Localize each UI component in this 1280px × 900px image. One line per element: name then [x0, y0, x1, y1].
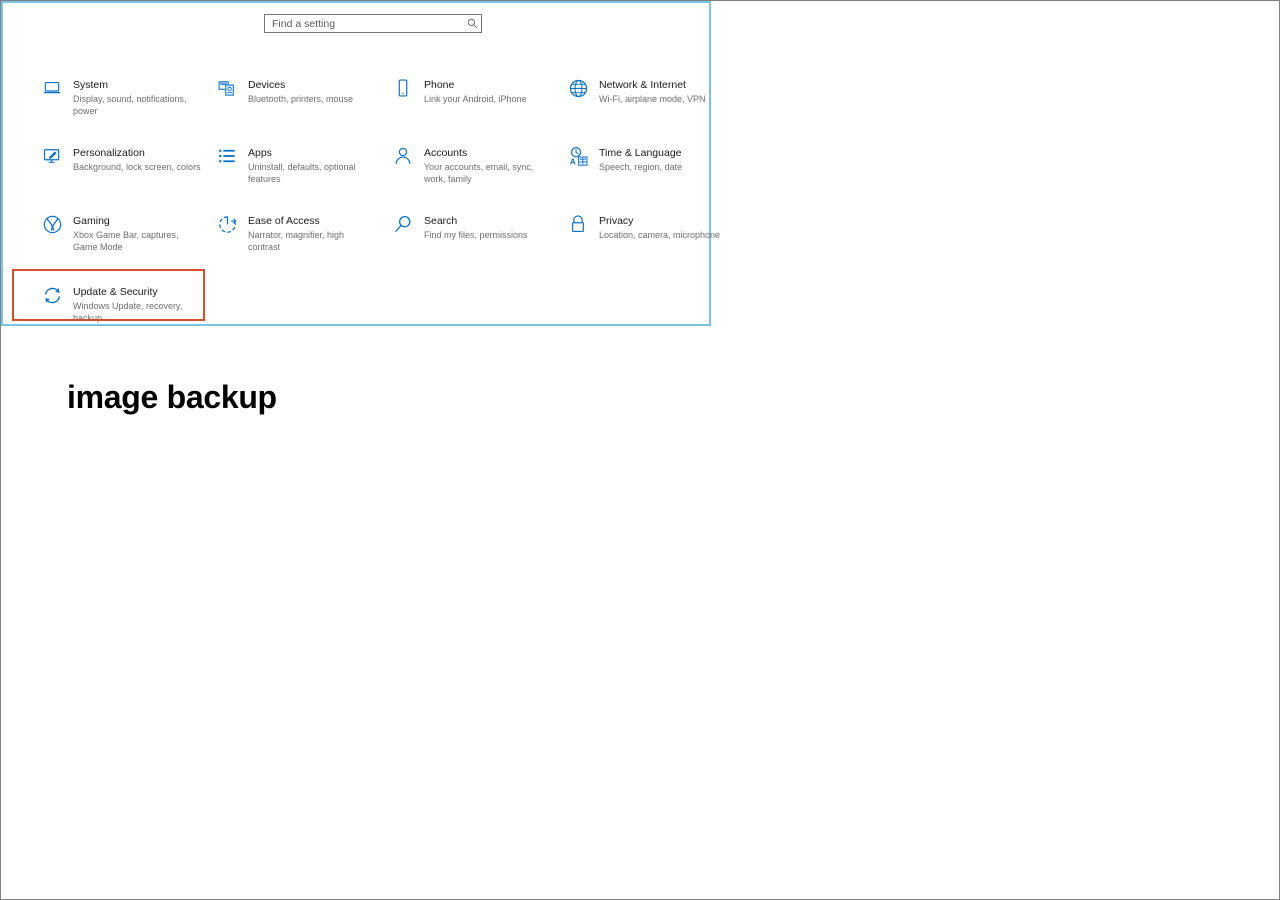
tile-title: Personalization [73, 147, 145, 159]
settings-tile-system[interactable]: System Display, sound, notifications, po… [37, 73, 207, 117]
tile-subtitle: Xbox Game Bar, captures, Game Mode [73, 230, 179, 252]
accessibility-clock-icon [212, 210, 242, 238]
tile-subtitle: Wi-Fi, airplane mode, VPN [599, 94, 706, 104]
tile-title: Network & Internet [599, 79, 686, 91]
settings-tile-network-internet[interactable]: Network & Internet Wi-Fi, airplane mode,… [563, 73, 733, 106]
settings-tile-update-security[interactable]: Update & Security Windows Update, recove… [37, 280, 207, 324]
settings-tile-accounts[interactable]: Accounts Your accounts, email, sync, wor… [388, 141, 558, 185]
tile-subtitle: Link your Android, iPhone [424, 94, 527, 104]
tile-title: Privacy [599, 215, 634, 227]
tile-title: Devices [248, 79, 286, 91]
tile-title: System [73, 79, 109, 91]
tile-subtitle: Speech, region, date [599, 162, 683, 172]
tile-row: Personalization Background, lock screen,… [3, 131, 713, 199]
laptop-icon [37, 74, 67, 102]
list-icon [212, 142, 242, 170]
devices-icon [212, 74, 242, 102]
svg-text:A: A [569, 157, 575, 166]
tile-row: Update & Security Windows Update, recove… [3, 267, 713, 331]
tile-title: Time & Language [599, 147, 682, 159]
tile-title: Update & Security [73, 286, 158, 298]
phone-icon [388, 74, 418, 102]
tile-subtitle: Your accounts, email, sync, work, family [424, 162, 534, 184]
tile-subtitle: Narrator, magnifier, high contrast [248, 230, 345, 252]
tile-subtitle: Display, sound, notifications, power [73, 94, 187, 116]
search-box[interactable] [264, 14, 482, 33]
tile-subtitle: Uninstall, defaults, optional features [248, 162, 356, 184]
settings-tile-ease-of-access[interactable]: Ease of Access Narrator, magnifier, high… [212, 209, 382, 253]
monitor-brush-icon [37, 142, 67, 170]
refresh-circle-icon [37, 281, 67, 309]
settings-tile-search[interactable]: Search Find my files, permissions [388, 209, 558, 242]
settings-tile-grid: System Display, sound, notifications, po… [3, 63, 720, 331]
settings-home-panel: System Display, sound, notifications, po… [1, 1, 720, 326]
tile-title: Ease of Access [248, 215, 320, 227]
tile-subtitle: Location, camera, microphone [599, 230, 721, 240]
tile-title: Apps [248, 147, 272, 159]
tile-title: Search [424, 215, 458, 227]
tile-title: Phone [424, 79, 455, 91]
person-icon [388, 142, 418, 170]
page-root: System Display, sound, notifications, po… [0, 0, 1280, 900]
tile-title: Accounts [424, 147, 468, 159]
settings-tile-apps[interactable]: Apps Uninstall, defaults, optional featu… [212, 141, 382, 185]
tile-subtitle: Background, lock screen, colors [73, 162, 201, 172]
search-input[interactable] [265, 15, 463, 32]
tile-row: System Display, sound, notifications, po… [3, 63, 713, 131]
magnifier-icon [388, 210, 418, 238]
settings-tile-privacy[interactable]: Privacy Location, camera, microphone [563, 209, 733, 242]
caption-text: image backup [67, 379, 277, 415]
settings-tile-gaming[interactable]: Gaming Xbox Game Bar, captures, Game Mod… [37, 209, 207, 253]
clock-language-icon: A [563, 142, 593, 170]
tile-title: Gaming [73, 215, 110, 227]
globe-icon [563, 74, 593, 102]
xbox-icon [37, 210, 67, 238]
settings-tile-personalization[interactable]: Personalization Background, lock screen,… [37, 141, 207, 174]
tile-subtitle: Find my files, permissions [424, 230, 528, 240]
settings-tile-time-language[interactable]: A Time & Language Speech, region, date [563, 141, 733, 174]
settings-tile-phone[interactable]: Phone Link your Android, iPhone [388, 73, 558, 106]
tile-subtitle: Bluetooth, printers, mouse [248, 94, 354, 104]
search-icon[interactable] [463, 15, 481, 32]
lock-icon [563, 210, 593, 238]
settings-tile-devices[interactable]: Devices Bluetooth, printers, mouse [212, 73, 382, 106]
tile-subtitle: Windows Update, recovery, backup [73, 301, 183, 323]
tile-row: Gaming Xbox Game Bar, captures, Game Mod… [3, 199, 720, 267]
